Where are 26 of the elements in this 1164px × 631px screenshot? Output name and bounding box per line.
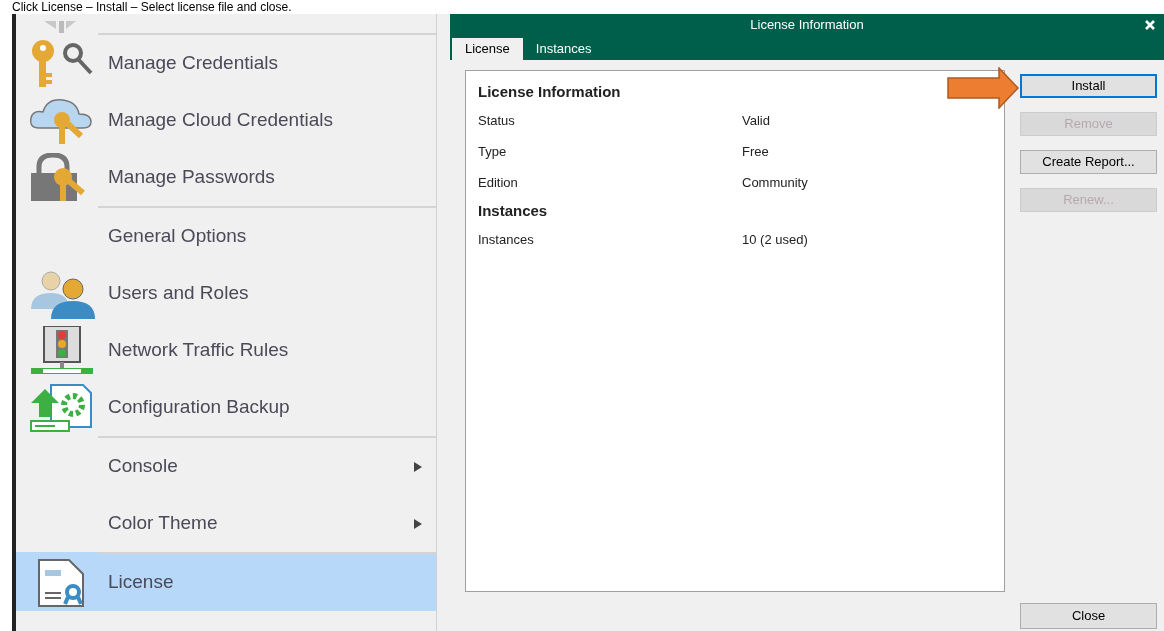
- instruction-text: Click License – Install – Select license file and close.: [12, 0, 292, 14]
- license-document-icon: [37, 557, 87, 608]
- section-heading: License Information: [478, 81, 622, 102]
- property-label: Status: [478, 111, 516, 130]
- property-label: Type: [478, 142, 508, 161]
- backup-gear-icon: [29, 382, 95, 433]
- section-heading: Instances: [478, 200, 549, 221]
- property-value: Community: [742, 173, 808, 192]
- close-button[interactable]: Close: [1020, 603, 1157, 629]
- property-value: 10 (2 used): [742, 230, 808, 249]
- property-value: Valid: [742, 111, 770, 130]
- dialog-button[interactable]: Install: [1020, 74, 1157, 98]
- submenu-arrow-icon: [414, 518, 422, 529]
- menu-item[interactable]: License: [16, 552, 436, 611]
- dialog-title: License Information: [750, 16, 864, 35]
- callout-arrow: [947, 67, 1019, 109]
- submenu-arrow-icon: [414, 461, 422, 472]
- property-value: Free: [742, 142, 769, 161]
- property-label: Instances: [478, 230, 535, 249]
- traffic-light-icon: [29, 325, 95, 376]
- close-icon[interactable]: [1144, 19, 1156, 31]
- property-label: Edition: [478, 173, 519, 192]
- dialog-button[interactable]: Create Report...: [1020, 150, 1157, 174]
- tab[interactable]: License: [452, 38, 523, 60]
- keys-icon: [29, 38, 95, 89]
- users-icon: [29, 268, 95, 319]
